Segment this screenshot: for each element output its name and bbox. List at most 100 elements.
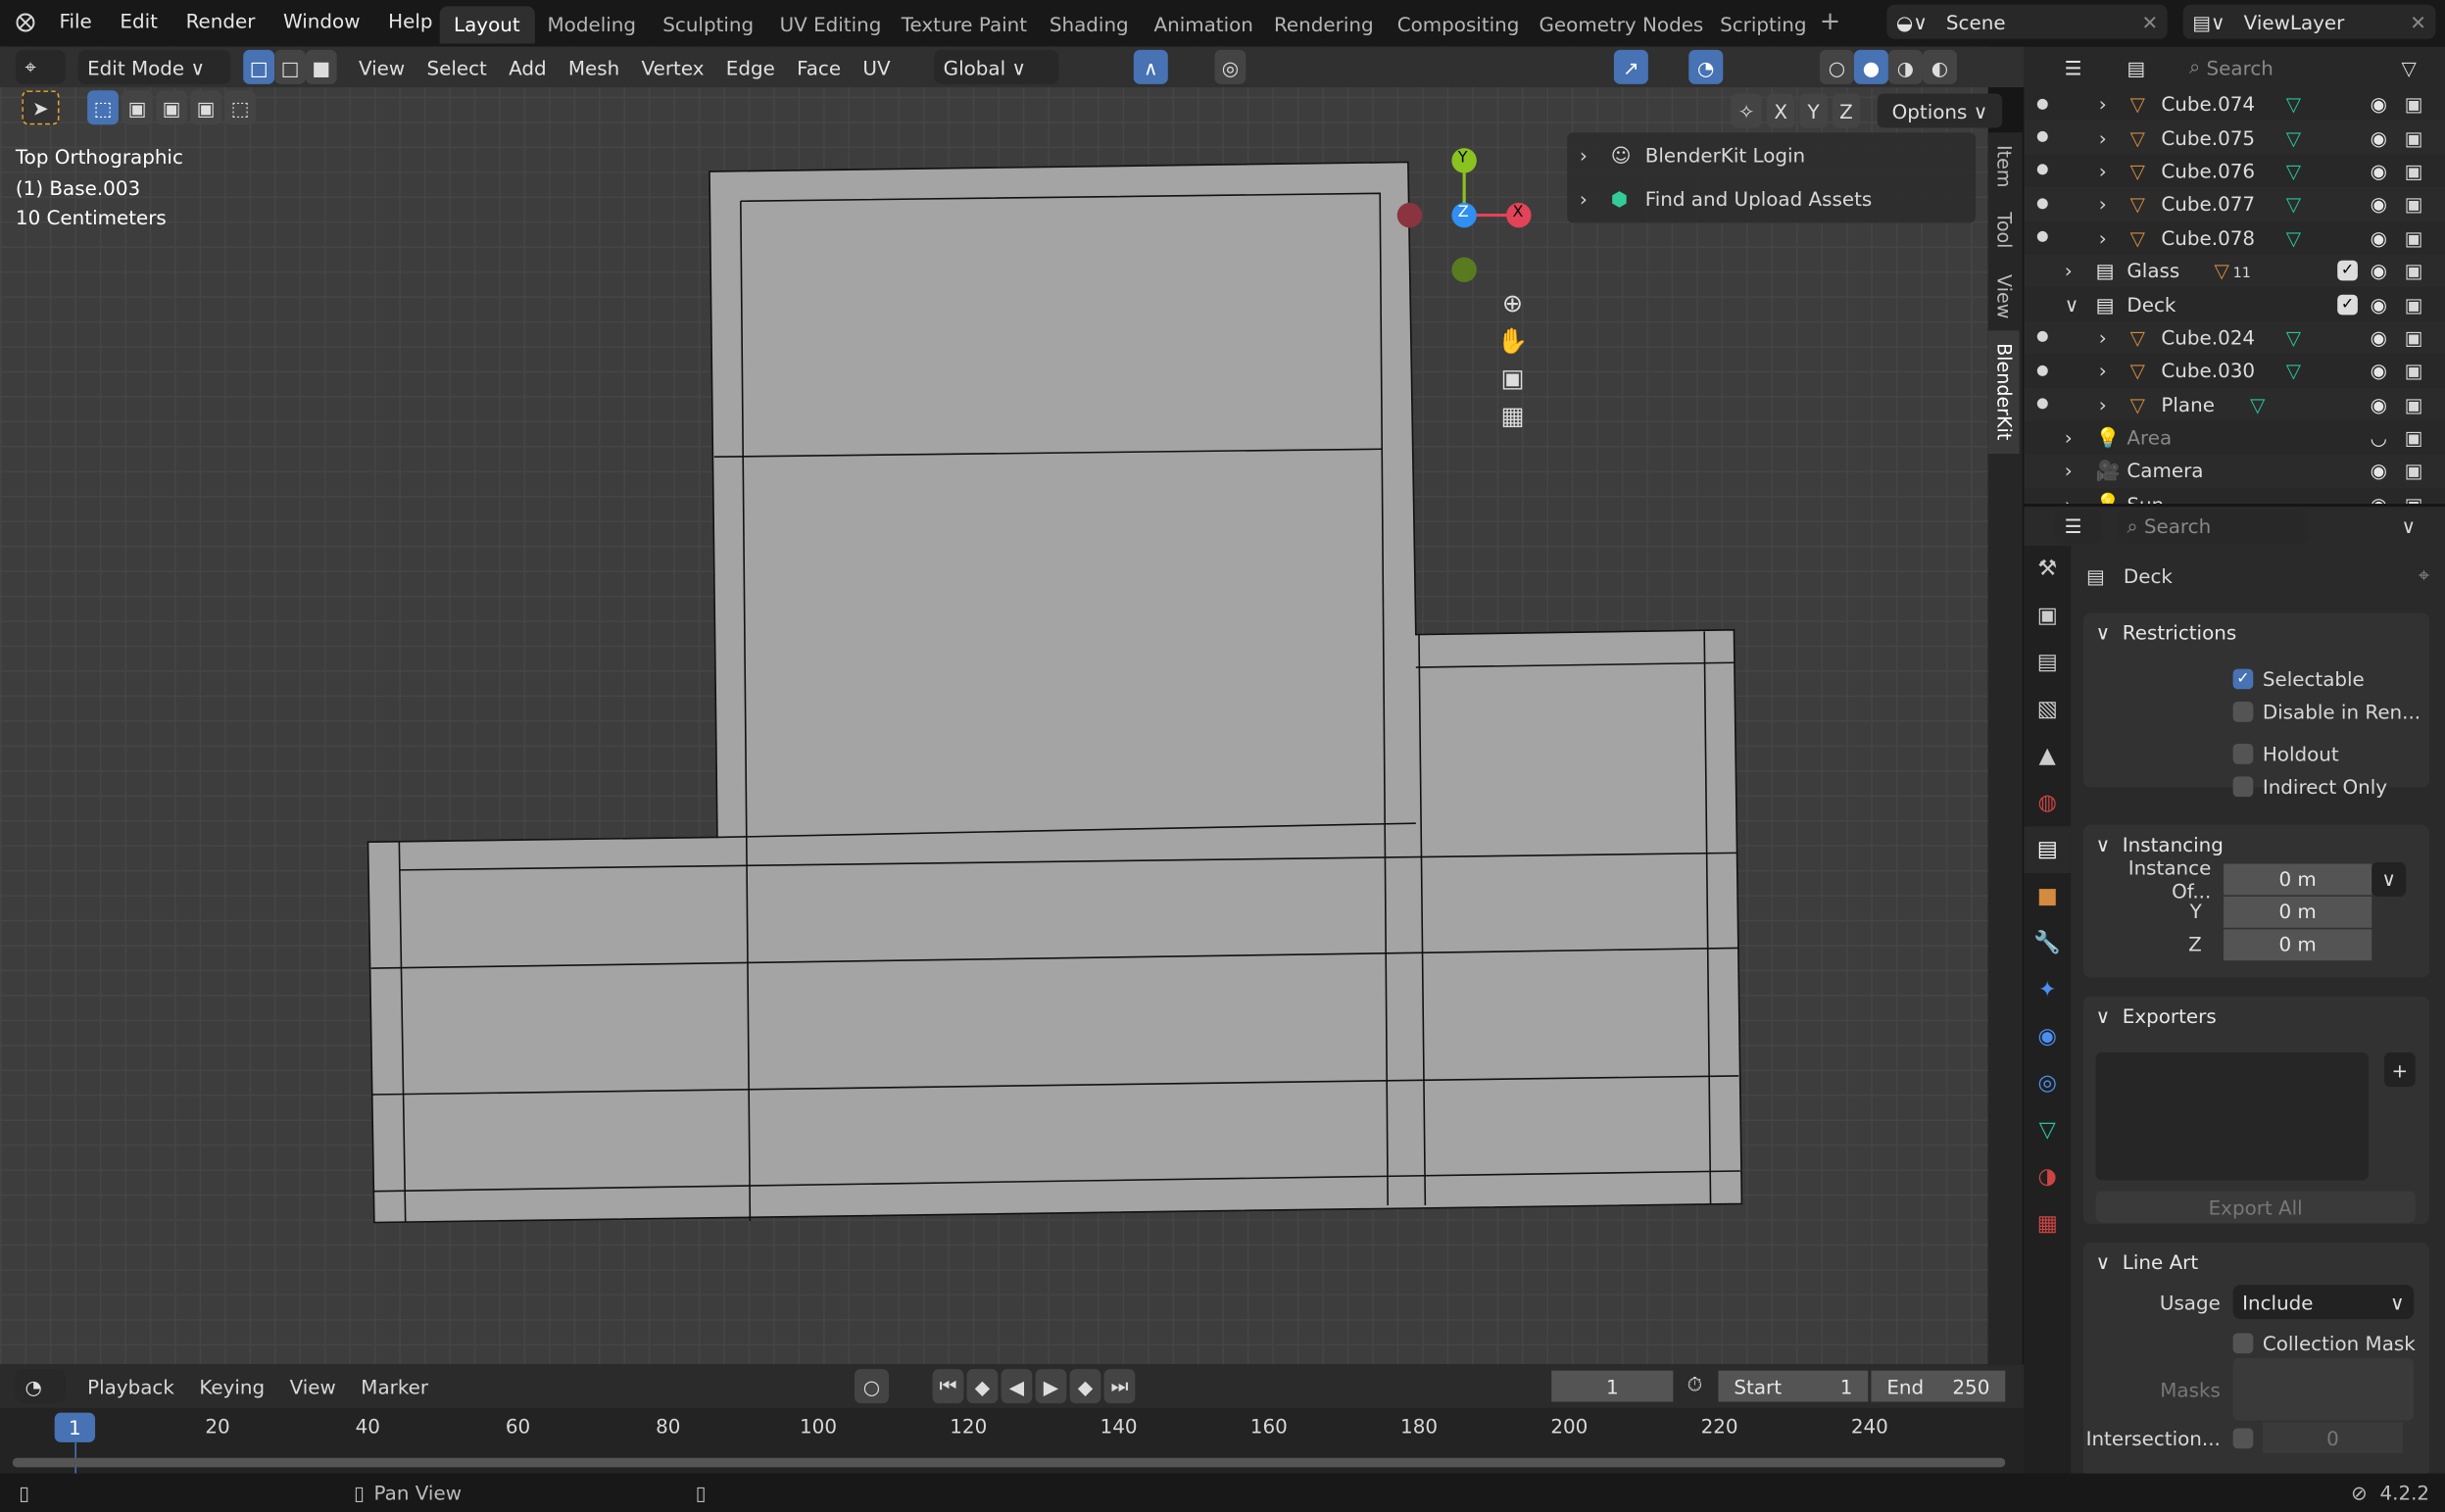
render-camera-icon[interactable]: ▣ [2405,493,2423,504]
axis-x-toggle[interactable]: X [1766,93,1795,128]
find-upload-assets[interactable]: › ⬢ Find and Upload Assets [1567,176,1976,220]
eye-icon[interactable]: ◉ [2371,159,2387,182]
outliner-item[interactable]: ● › ▽ Cube.077 ▽ ◉ ▣ [2024,187,2445,221]
instance-offset-z[interactable]: 0 m [2224,928,2372,960]
viewport-menu-mesh[interactable]: Mesh [568,55,619,78]
viewport-menu-view[interactable]: View [359,55,405,78]
3d-viewport[interactable]: Y X Z ⊕ ✋ ▣ ▦ Top Orthographic (1) Base.003… [0,46,2003,1365]
render-camera-icon[interactable]: ▣ [2405,426,2423,450]
npanel-tab-view[interactable]: View [1988,262,2020,331]
checkbox-selectable[interactable]: ✓ Selectable [2232,662,2429,695]
tab-animation[interactable]: Animation [1140,6,1267,43]
rendered-shading-icon[interactable]: ◐ [1922,49,1957,84]
chevron-right-icon[interactable]: › [2065,426,2073,450]
outliner-item[interactable]: ● › ▽ Cube.075 ▽ ◉ ▣ [2024,121,2445,155]
viewport-menu-add[interactable]: Add [509,55,547,78]
export-all-button[interactable]: Export All [2095,1191,2416,1223]
eye-icon[interactable]: ◉ [2371,325,2387,349]
eye-icon[interactable]: ◉ [2371,359,2387,382]
chevron-right-icon[interactable]: › [2099,125,2107,149]
select-subtract-icon[interactable]: ▣ [156,90,187,125]
mode-selector[interactable]: Edit Mode ∨ [77,49,231,84]
restrictions-header[interactable]: ∨ Restrictions [2083,612,2429,650]
editor-type-icon[interactable]: ⌖ [15,49,66,84]
options-dropdown[interactable]: Options ∨ [1877,93,2003,128]
play-reverse-icon[interactable]: ◀ [1001,1369,1033,1404]
exporters-list[interactable] [2095,1052,2370,1181]
current-frame-field[interactable]: 1 [1551,1370,1674,1402]
jump-end-icon[interactable]: ⏭ [1103,1369,1136,1404]
render-camera-icon[interactable]: ▣ [2405,92,2423,116]
properties-tab-world-icon[interactable]: ◍ [2024,780,2071,827]
outliner-item[interactable]: ● › ▽ Cube.030 ▽ ◉ ▣ [2024,354,2445,388]
render-camera-icon[interactable]: ▣ [2405,393,2423,416]
render-camera-icon[interactable]: ▣ [2405,159,2423,182]
chevron-right-icon[interactable]: › [2065,259,2073,282]
end-frame-field[interactable]: End 250 [1871,1370,2006,1402]
checkbox-holdout[interactable]: Holdout [2232,738,2429,770]
add-exporter-button[interactable]: + [2383,1052,2416,1088]
tab-geometry-nodes[interactable]: Geometry Nodes [1525,6,1717,43]
viewport-menu-uv[interactable]: UV [862,55,890,78]
intersection-field[interactable]: 0 [2262,1422,2404,1453]
timeline-menu-keying[interactable]: Keying [199,1375,265,1398]
axis-y-toggle[interactable]: Y [1799,93,1828,128]
render-camera-icon[interactable]: ▣ [2405,125,2423,149]
scene-selector[interactable]: ◒∨ Scene ✕ [1886,4,2168,39]
render-camera-icon[interactable]: ▣ [2405,192,2423,216]
chevron-right-icon[interactable]: › [2065,460,2073,483]
select-invert-icon[interactable]: ▣ [190,90,221,125]
timeline-menu-view[interactable]: View [290,1375,336,1398]
tab-scripting[interactable]: Scripting [1706,6,1821,43]
eye-icon[interactable]: ◉ [2371,192,2387,216]
outliner-search-input[interactable]: ⌕ Search [2179,49,2368,84]
outliner-item[interactable]: › ▤ Glass ▽ 11 ✓ ◉ ▣ [2024,254,2445,288]
proportional-edit-icon[interactable]: ◎ [1214,49,1247,84]
start-frame-field[interactable]: Start 1 [1718,1370,1869,1402]
properties-tab-output-icon[interactable]: ▤ [2024,639,2071,686]
eye-icon[interactable]: ◉ [2371,493,2387,504]
timeline-menu-marker[interactable]: Marker [361,1375,428,1398]
select-intersect-icon[interactable]: ⬚ [224,90,256,125]
next-keyframe-icon[interactable]: ◆ [1069,1369,1101,1404]
properties-tab-render-icon[interactable]: ▣ [2024,593,2071,640]
eye-icon[interactable]: ◉ [2371,460,2387,483]
usage-dropdown[interactable]: Include ∨ [2232,1285,2415,1320]
eye-closed-icon[interactable]: ◡ [2371,426,2387,450]
outliner-item[interactable]: ● › ▽ Plane ▽ ◉ ▣ [2024,387,2445,421]
properties-tab-texture-icon[interactable]: ▦ [2024,1200,2071,1247]
tab-uv-editing[interactable]: UV Editing [765,6,895,43]
exclude-checkbox[interactable]: ✓ [2337,293,2358,315]
viewport-menu-edge[interactable]: Edge [726,55,775,78]
tab-modeling[interactable]: Modeling [533,6,650,43]
timeline-menu-playback[interactable]: Playback [87,1375,174,1398]
properties-tab-tool-icon[interactable]: ⚒ [2024,546,2071,593]
prev-keyframe-icon[interactable]: ◆ [966,1369,999,1404]
chevron-right-icon[interactable]: › [2099,325,2107,349]
properties-editor-type-icon[interactable]: ☰ [2055,509,2102,544]
play-icon[interactable]: ▶ [1035,1369,1067,1404]
tab-shading[interactable]: Shading [1036,6,1143,43]
tab-rendering[interactable]: Rendering [1260,6,1388,43]
viewport-menu-select[interactable]: Select [426,55,486,78]
stopwatch-icon[interactable]: ⏱ [1687,1372,1703,1396]
line-art-header[interactable]: ∨ Line Art [2083,1243,2429,1280]
outliner-item[interactable]: ∨ ▤ Deck ✓ ◉ ▣ [2024,287,2445,321]
material-shading-icon[interactable]: ◑ [1887,49,1923,84]
vertex-select-icon[interactable]: □ [243,49,275,84]
render-camera-icon[interactable]: ▣ [2405,225,2423,249]
chevron-right-icon[interactable]: › [2099,393,2107,416]
outliner-item[interactable]: › 🎥 Camera ◉ ▣ [2024,454,2445,488]
orientation-selector[interactable]: Global ∨ [934,49,1059,84]
edge-select-icon[interactable]: □ [274,49,306,84]
zoom-icon[interactable]: ⊕ [1491,288,1535,317]
display-mode-icon[interactable]: ☰ [2055,49,2106,84]
checkbox-indirect-only[interactable]: Indirect Only [2232,770,2429,803]
add-workspace-icon[interactable]: + [1820,6,1840,35]
wireframe-shading-icon[interactable]: ○ [1819,49,1854,84]
chevron-right-icon[interactable]: › [2099,192,2107,216]
jump-start-icon[interactable]: ⏮ [932,1369,964,1404]
outliner-item[interactable]: › 💡 Area ◡ ▣ [2024,420,2445,455]
tab-sculpting[interactable]: Sculpting [649,6,768,43]
properties-tab-material-icon[interactable]: ◑ [2024,1153,2071,1200]
